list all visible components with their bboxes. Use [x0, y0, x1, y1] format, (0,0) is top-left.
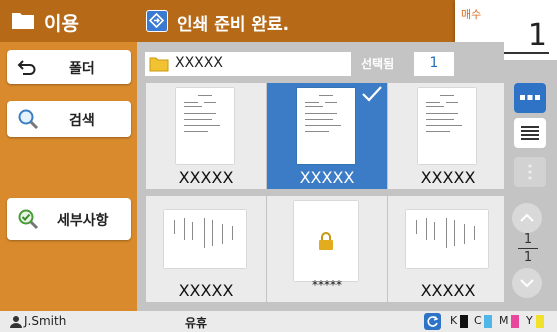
search-icon	[18, 109, 39, 130]
document-thumbnail	[418, 88, 476, 164]
refresh-button[interactable]	[424, 313, 441, 330]
document-thumbnail	[176, 88, 234, 164]
file-name: XXXXX	[178, 168, 234, 187]
sidebar-title: 이용	[44, 13, 79, 35]
page-indicator: 1 1	[512, 232, 544, 265]
ink-label-y: Y	[526, 314, 533, 327]
folder-button[interactable]: 폴더	[7, 50, 131, 84]
file-name: XXXXX	[299, 168, 355, 187]
current-page: 1	[523, 232, 533, 247]
ink-label-k: K	[450, 314, 458, 327]
folder-name: XXXXX	[175, 55, 223, 71]
list-view-icon	[521, 126, 539, 140]
thumbnail-view-button[interactable]	[514, 83, 546, 113]
sidebar-header: 이용	[0, 0, 137, 42]
ink-level-k	[460, 315, 468, 328]
chevron-down-icon	[520, 279, 534, 288]
file-name: XXXXX	[420, 281, 476, 300]
grid-view-icon	[520, 95, 540, 100]
file-name: XXXXX	[178, 281, 234, 300]
copies-label: 매수	[461, 8, 482, 21]
folder-icon	[12, 13, 34, 29]
user-icon	[10, 316, 22, 328]
sidebar: 이용 폴더 검색 세부사항	[0, 0, 137, 311]
selected-count: 1	[429, 55, 439, 71]
folder-icon	[149, 57, 169, 72]
more-options-button[interactable]	[514, 157, 546, 187]
selected-label: 선택됨	[361, 57, 395, 71]
ink-level-c	[484, 315, 492, 328]
folder-button-label: 폴더	[69, 61, 95, 77]
file-tile-selected[interactable]: XXXXX	[267, 83, 387, 189]
back-arrow-icon	[17, 60, 36, 75]
checkmark-icon	[362, 86, 382, 102]
list-view-button[interactable]	[514, 118, 546, 148]
ink-level-m	[511, 315, 519, 328]
details-button[interactable]: 세부사항	[7, 198, 131, 240]
refresh-icon	[427, 316, 439, 327]
lock-icon	[319, 232, 333, 250]
ink-label-c: C	[474, 314, 482, 327]
file-name: XXXXX	[420, 168, 476, 187]
top-bar: 인쇄 준비 완료.	[137, 0, 455, 42]
file-tile[interactable]: XXXXX	[146, 83, 266, 189]
user-name: J.Smith	[24, 314, 67, 328]
file-name: *****	[312, 278, 342, 292]
page-divider	[518, 248, 538, 249]
total-pages: 1	[523, 250, 533, 265]
status-bar: J.Smith 유휴 K C M Y	[0, 311, 557, 332]
selected-count-box: 1	[414, 52, 454, 76]
page-up-button[interactable]	[512, 203, 542, 233]
more-vertical-icon	[528, 164, 532, 180]
document-thumbnail	[164, 210, 246, 268]
document-thumbnail	[294, 201, 358, 281]
file-tile[interactable]: XXXXX	[388, 83, 508, 189]
machine-state: 유휴	[185, 316, 208, 330]
page-down-button[interactable]	[512, 268, 542, 298]
status-message: 인쇄 준비 완료.	[177, 15, 290, 35]
print-ready-icon	[146, 10, 168, 32]
file-tile[interactable]: XXXXX	[146, 196, 266, 302]
ink-label-m: M	[499, 314, 509, 327]
ink-level-y	[536, 315, 544, 328]
copies-value: 1	[527, 18, 547, 53]
file-tile[interactable]: XXXXX	[388, 196, 508, 302]
check-magnifier-icon	[18, 209, 39, 230]
details-button-label: 세부사항	[57, 213, 109, 229]
document-thumbnail	[406, 210, 488, 268]
search-button[interactable]: 검색	[7, 101, 131, 137]
search-button-label: 검색	[69, 113, 95, 129]
document-thumbnail	[297, 88, 355, 164]
chevron-up-icon	[520, 213, 534, 222]
folder-path-bar: XXXXX	[145, 52, 351, 76]
file-tile-locked[interactable]: *****	[267, 196, 387, 302]
